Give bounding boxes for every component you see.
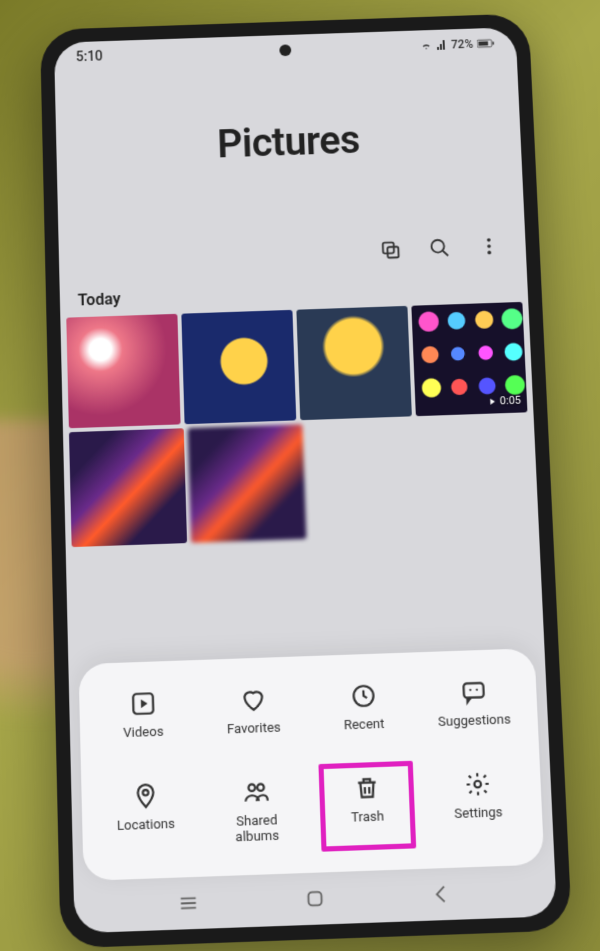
menu-item-settings[interactable]: Settings [423, 763, 533, 846]
people-icon [242, 778, 269, 806]
menu-item-label: Locations [117, 816, 175, 834]
phone-screen: 5:10 72% Pictures Today [54, 27, 557, 933]
sync-icon[interactable] [379, 239, 402, 261]
menu-item-label: Recent [344, 717, 385, 734]
clock-icon [349, 682, 376, 709]
status-right: 72% [420, 36, 495, 52]
menu-item-favorites[interactable]: Favorites [199, 679, 307, 746]
menu-item-shared-albums[interactable]: Shared albums [202, 770, 311, 853]
pin-icon [132, 782, 159, 810]
navigation-bar [74, 872, 557, 925]
menu-item-videos[interactable]: Videos [89, 683, 197, 750]
menu-item-suggestions[interactable]: Suggestions [419, 671, 528, 738]
play-square-icon [129, 690, 156, 717]
thumbnail-video[interactable]: 0:05 [411, 302, 527, 416]
menu-item-label: Suggestions [438, 712, 511, 731]
phone-frame: 5:10 72% Pictures Today [40, 13, 572, 948]
battery-icon [477, 38, 495, 48]
gear-icon [463, 770, 491, 798]
thumbnail[interactable] [296, 306, 412, 420]
thumbnail-row: 0:05 [60, 302, 533, 429]
page-title: Pictures [56, 111, 522, 172]
menu-sheet: Videos Favorites Recent Suggestions [78, 648, 544, 881]
menu-item-recent[interactable]: Recent [309, 675, 418, 742]
thumbnail[interactable] [69, 428, 187, 547]
thumbnail[interactable] [188, 424, 307, 543]
menu-item-label: Trash [351, 809, 385, 826]
search-icon[interactable] [428, 237, 451, 259]
trash-icon [353, 774, 380, 802]
menu-item-trash[interactable]: Trash [313, 767, 423, 850]
status-time: 5:10 [76, 49, 103, 65]
nav-back-button[interactable] [430, 882, 453, 906]
more-icon[interactable] [478, 235, 501, 257]
thumbnail[interactable] [66, 314, 180, 428]
menu-item-locations[interactable]: Locations [91, 774, 200, 857]
wifi-icon [420, 40, 432, 52]
menu-item-label: Shared albums [235, 813, 280, 847]
menu-item-label: Favorites [227, 721, 281, 739]
signal-icon [435, 39, 447, 51]
thumbnail-row [63, 412, 539, 547]
menu-item-label: Videos [123, 725, 164, 742]
nav-home-button[interactable] [303, 887, 326, 911]
video-duration-badge: 0:05 [487, 394, 522, 408]
message-icon [460, 679, 487, 706]
menu-item-label: Settings [454, 805, 503, 823]
nav-recents-button[interactable] [177, 891, 200, 915]
heart-icon [239, 686, 266, 713]
thumbnail[interactable] [181, 310, 296, 424]
battery-percent: 72% [451, 37, 474, 51]
